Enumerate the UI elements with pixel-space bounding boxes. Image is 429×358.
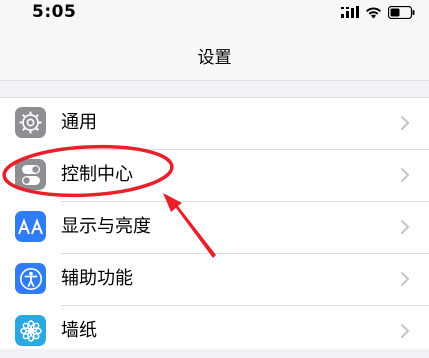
- wifi-icon: [366, 6, 381, 18]
- chevron-right-icon: [401, 116, 409, 130]
- accessibility-icon: [15, 263, 46, 294]
- toggles-icon: [15, 159, 46, 190]
- chevron-right-icon: [401, 220, 409, 234]
- gear-icon: [15, 107, 46, 138]
- section-gap: [0, 81, 429, 97]
- settings-row-wallpaper[interactable]: 墙纸: [0, 306, 429, 358]
- settings-row-label: 通用: [61, 112, 97, 133]
- settings-row-accessibility[interactable]: 辅助功能: [0, 254, 429, 306]
- settings-row-display-brightness[interactable]: 显示与亮度: [0, 202, 429, 254]
- settings-row-label: 辅助功能: [61, 268, 133, 289]
- settings-list: 通用 控制中心 显示与亮度 辅助功能 墙纸: [0, 97, 429, 349]
- settings-row-general[interactable]: 通用: [0, 98, 429, 150]
- chevron-right-icon: [401, 272, 409, 286]
- settings-row-label: 墙纸: [61, 320, 97, 341]
- settings-row-label: 控制中心: [61, 164, 133, 185]
- navigation-bar: 设置: [0, 26, 429, 81]
- wallpaper-flower-icon: [15, 315, 46, 346]
- chevron-right-icon: [401, 324, 409, 338]
- status-icons: [341, 5, 415, 19]
- status-bar: 5:05: [0, 0, 429, 26]
- battery-icon: [388, 5, 415, 19]
- chevron-right-icon: [401, 168, 409, 182]
- cellular-signal-icon: [341, 6, 359, 18]
- settings-row-label: 显示与亮度: [61, 216, 151, 237]
- text-size-icon: [15, 211, 46, 242]
- page-title: 设置: [197, 48, 232, 68]
- settings-row-control-center[interactable]: 控制中心: [0, 150, 429, 202]
- status-time: 5:05: [32, 2, 77, 22]
